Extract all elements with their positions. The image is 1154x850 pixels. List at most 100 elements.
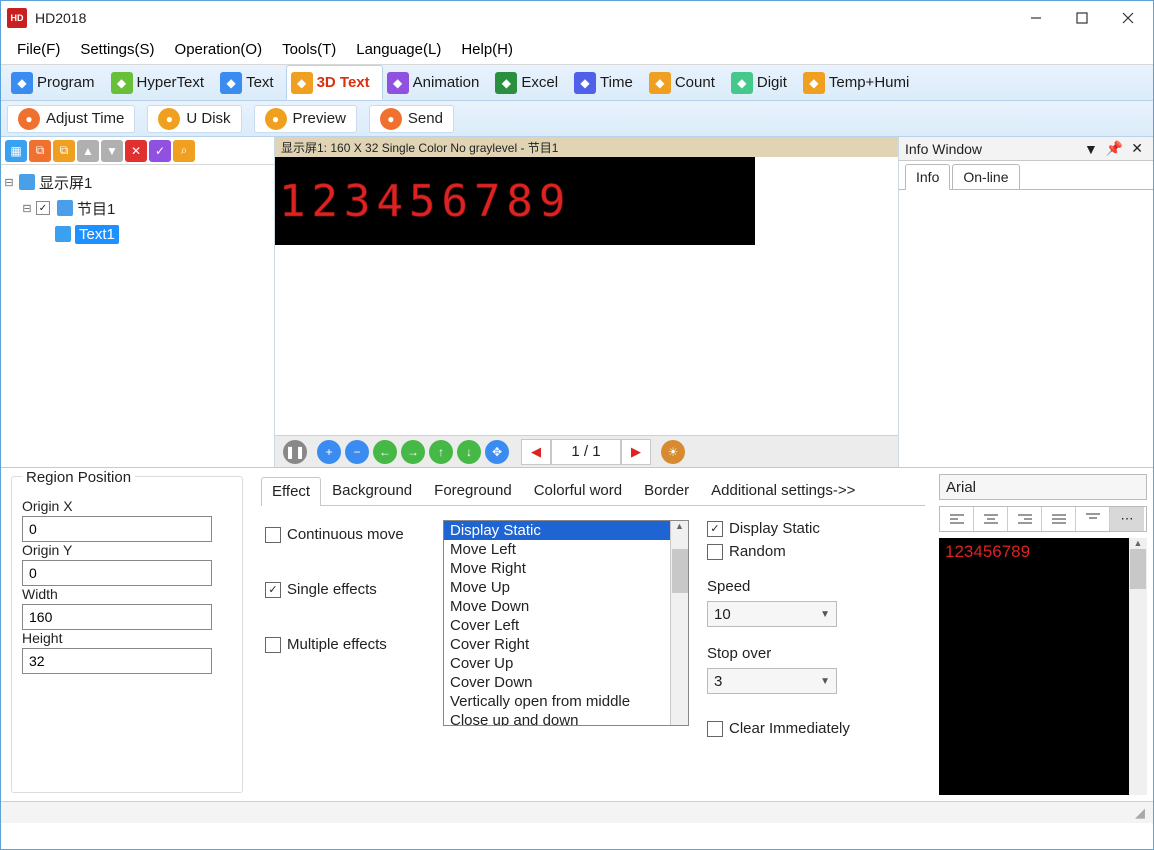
subtab-border[interactable]: Border <box>633 476 700 505</box>
info-close-icon[interactable]: ✕ <box>1131 140 1143 157</box>
status-bar: ◢ <box>1 801 1153 823</box>
effect-option[interactable]: Move Up <box>444 578 688 597</box>
preview-header: 显示屏1: 160 X 32 Single Color No graylevel… <box>275 137 898 157</box>
menu-file[interactable]: File(F) <box>7 37 70 62</box>
excel-icon: ◆ <box>495 72 517 94</box>
effect-option[interactable]: Display Static <box>444 521 688 540</box>
font-select[interactable]: Arial <box>939 474 1147 500</box>
page-next-button[interactable]: ▶ <box>621 439 651 465</box>
preview-icon: ● <box>265 108 287 130</box>
project-tree[interactable]: ⊟ 显示屏1 ⊟ ✓ 节目1 Text1 <box>1 165 274 251</box>
info-tab-info[interactable]: Info <box>905 164 950 190</box>
tree-paste-icon[interactable]: ⧉ <box>53 140 75 162</box>
resize-grip-icon[interactable]: ◢ <box>1135 805 1145 821</box>
toolbar-3d-text[interactable]: ◆3D Text <box>286 65 383 100</box>
action-send[interactable]: ●Send <box>369 105 454 133</box>
menu-tools[interactable]: Tools(T) <box>272 37 346 62</box>
width-input[interactable] <box>22 604 212 630</box>
clear-immediately-checkbox[interactable]: Clear Immediately <box>707 720 897 737</box>
align-more-icon[interactable]: ⋯ <box>1110 507 1144 531</box>
program-checkbox[interactable]: ✓ <box>36 201 50 215</box>
subtab-background[interactable]: Background <box>321 476 423 505</box>
effect-subtabs: EffectBackgroundForegroundColorful wordB… <box>261 476 925 506</box>
sun-icon[interactable]: ☀ <box>661 440 685 464</box>
toolbar-animation[interactable]: ◆Animation <box>383 65 492 100</box>
info-tab-online[interactable]: On-line <box>952 164 1019 189</box>
multiple-effects-checkbox[interactable]: Multiple effects <box>265 636 425 653</box>
toolbar-digit[interactable]: ◆Digit <box>727 65 799 100</box>
tree-new-icon[interactable]: ▦ <box>5 140 27 162</box>
minimize-button[interactable] <box>1013 3 1059 33</box>
menu-language[interactable]: Language(L) <box>346 37 451 62</box>
random-checkbox[interactable]: Random <box>707 543 897 560</box>
toolbar-text[interactable]: ◆Text <box>216 65 286 100</box>
toolbar-temp-humi[interactable]: ◆Temp+Humi <box>799 65 921 100</box>
info-pin-icon[interactable]: 📌 <box>1106 140 1123 157</box>
tree-down-icon[interactable]: ▼ <box>101 140 123 162</box>
mini-scrollbar[interactable]: ▲ <box>1129 538 1147 795</box>
continuous-move-checkbox[interactable]: Continuous move <box>265 526 425 543</box>
subtab-foreground[interactable]: Foreground <box>423 476 523 505</box>
nav-left-icon[interactable]: ← <box>373 440 397 464</box>
display-static-checkbox[interactable]: ✓Display Static <box>707 520 897 537</box>
effect-option[interactable]: Cover Up <box>444 654 688 673</box>
nav-down-icon[interactable]: ↓ <box>457 440 481 464</box>
nav-up-icon[interactable]: ↑ <box>429 440 453 464</box>
toolbar-excel[interactable]: ◆Excel <box>491 65 570 100</box>
tree-node-program[interactable]: ⊟ ✓ 节目1 <box>3 195 272 221</box>
tree-up-icon[interactable]: ▲ <box>77 140 99 162</box>
subtab-additional-settings-[interactable]: Additional settings->> <box>700 476 866 505</box>
effect-option[interactable]: Vertically open from middle <box>444 692 688 711</box>
tree-node-screen[interactable]: ⊟ 显示屏1 <box>3 169 272 195</box>
maximize-button[interactable] <box>1059 3 1105 33</box>
toolbar-count[interactable]: ◆Count <box>645 65 727 100</box>
zoom-out-icon[interactable]: − <box>345 440 369 464</box>
effect-option[interactable]: Move Left <box>444 540 688 559</box>
action-u-disk[interactable]: ●U Disk <box>147 105 241 133</box>
pause-icon[interactable]: ❚❚ <box>283 440 307 464</box>
move-icon[interactable]: ✥ <box>485 440 509 464</box>
effect-option[interactable]: Move Down <box>444 597 688 616</box>
speed-select[interactable]: 10▼ <box>707 601 837 627</box>
subtab-effect[interactable]: Effect <box>261 477 321 506</box>
effects-listbox[interactable]: Display StaticMove LeftMove RightMove Up… <box>443 520 689 726</box>
effect-option[interactable]: Cover Down <box>444 673 688 692</box>
menu-help[interactable]: Help(H) <box>451 37 523 62</box>
zoom-in-icon[interactable]: + <box>317 440 341 464</box>
effect-option[interactable]: Close up and down <box>444 711 688 726</box>
height-input[interactable] <box>22 648 212 674</box>
stopover-select[interactable]: 3▼ <box>707 668 837 694</box>
effect-option[interactable]: Cover Left <box>444 616 688 635</box>
tree-search-icon[interactable]: ⌕ <box>173 140 195 162</box>
single-effects-checkbox[interactable]: ✓Single effects <box>265 581 425 598</box>
align-left-icon[interactable] <box>940 507 974 531</box>
text-icon <box>55 226 71 242</box>
close-button[interactable] <box>1105 3 1151 33</box>
listbox-scrollbar[interactable]: ▲ <box>670 521 688 725</box>
effect-option[interactable]: Cover Right <box>444 635 688 654</box>
align-right-icon[interactable] <box>1008 507 1042 531</box>
tree-check-icon[interactable]: ✓ <box>149 140 171 162</box>
originx-input[interactable] <box>22 516 212 542</box>
align-center-icon[interactable] <box>974 507 1008 531</box>
subtab-colorful-word[interactable]: Colorful word <box>523 476 633 505</box>
toolbar-hypertext[interactable]: ◆HyperText <box>107 65 217 100</box>
page-prev-button[interactable]: ◀ <box>521 439 551 465</box>
tree-node-text[interactable]: Text1 <box>3 221 272 247</box>
action-preview[interactable]: ●Preview <box>254 105 357 133</box>
toolbar-time[interactable]: ◆Time <box>570 65 645 100</box>
action-adjust-time[interactable]: ●Adjust Time <box>7 105 135 133</box>
toolbar-program[interactable]: ◆Program <box>7 65 107 100</box>
info-dropdown-icon[interactable]: ▼ <box>1084 141 1098 157</box>
effect-option[interactable]: Move Right <box>444 559 688 578</box>
region-title: Region Position <box>22 469 135 486</box>
menu-settings[interactable]: Settings(S) <box>70 37 164 62</box>
tree-copy-icon[interactable]: ⧉ <box>29 140 51 162</box>
originy-input[interactable] <box>22 560 212 586</box>
tree-delete-icon[interactable]: ✕ <box>125 140 147 162</box>
align-justify-icon[interactable] <box>1042 507 1076 531</box>
menu-operation[interactable]: Operation(O) <box>165 37 273 62</box>
align-top-icon[interactable] <box>1076 507 1110 531</box>
height-label: Height <box>22 630 232 646</box>
nav-right-icon[interactable]: → <box>401 440 425 464</box>
